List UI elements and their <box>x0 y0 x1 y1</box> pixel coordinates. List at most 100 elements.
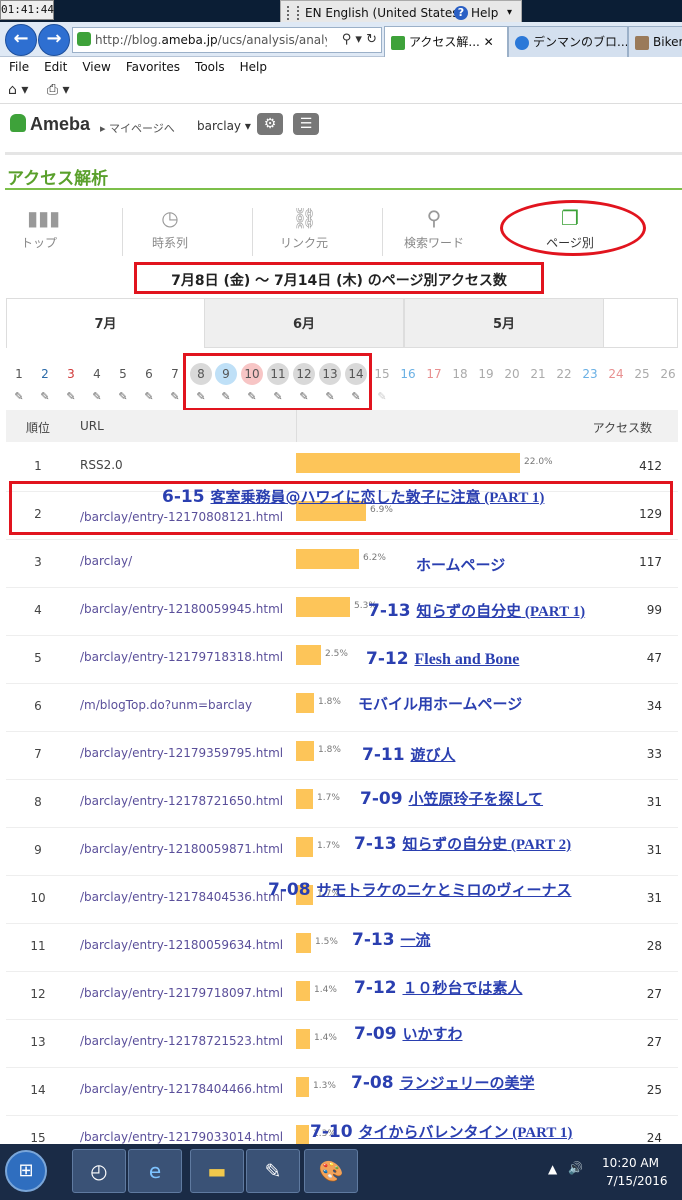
tab-access-analysis[interactable]: アクセス解... ✕ <box>384 26 508 57</box>
count-cell: 412 <box>639 459 662 473</box>
pencil-icon[interactable]: ✎ <box>375 391 389 402</box>
tab-denman-blog[interactable]: デンマンのブロ... <box>508 26 628 57</box>
start-button[interactable]: ⊞ <box>5 1150 47 1192</box>
header-url: URL <box>80 419 104 433</box>
grip-icon[interactable] <box>287 6 299 20</box>
highlight-ellipse <box>500 200 646 256</box>
tray-date[interactable]: 7/15/2016 <box>606 1174 668 1188</box>
url-link[interactable]: /barclay/entry-12180059871.html <box>80 842 283 856</box>
url-link[interactable]: /barclay/entry-12178404536.html <box>80 890 283 904</box>
day-26[interactable]: 26 <box>657 363 679 385</box>
taskbar-paint[interactable]: 🎨 <box>304 1149 358 1193</box>
day-1[interactable]: 1 <box>8 363 30 385</box>
home-icon[interactable]: ⌂ ▾ <box>8 82 28 98</box>
day-6[interactable]: 6 <box>138 363 160 385</box>
day-4[interactable]: 4 <box>86 363 108 385</box>
day-19[interactable]: 19 <box>475 363 497 385</box>
url-link[interactable]: /barclay/entry-12180059634.html <box>80 938 283 952</box>
menu-favorites[interactable]: Favorites <box>126 60 180 74</box>
menu-tools[interactable]: Tools <box>195 60 225 74</box>
volume-icon[interactable]: 🔊 <box>568 1161 583 1175</box>
settings-button[interactable]: ⚙ <box>257 113 283 135</box>
url-text[interactable]: http://blog.ameba.jp/ucs/analysis/analys… <box>95 28 327 52</box>
url-link[interactable]: /barclay/entry-12179718097.html <box>80 986 283 1000</box>
nav-timeline[interactable]: ◷ 時系列 <box>115 206 225 251</box>
menu-view[interactable]: View <box>82 60 110 74</box>
day-24[interactable]: 24 <box>605 363 627 385</box>
url-link[interactable]: /barclay/entry-12179033014.html <box>80 1130 283 1144</box>
day-23[interactable]: 23 <box>579 363 601 385</box>
ameba-logo[interactable]: Ameba <box>10 114 90 135</box>
help-icon[interactable]: ? <box>454 6 468 20</box>
url-link[interactable]: /barclay/entry-12180059945.html <box>80 602 283 616</box>
taskbar-explorer[interactable]: ▬ <box>190 1149 244 1193</box>
nav-referrer[interactable]: ⛓ リンク元 <box>249 206 359 251</box>
tab-biker[interactable]: Biker <box>628 26 682 57</box>
tab-may[interactable]: 5月 <box>404 298 604 348</box>
count-cell: 33 <box>646 747 662 761</box>
nav-search-words[interactable]: ⚲ 検索ワード <box>379 206 489 251</box>
menu-bar: File Edit View Favorites Tools Help <box>0 57 682 77</box>
annotation-10: 7-13 一流 <box>352 930 431 950</box>
taskbar-ie[interactable]: e <box>128 1149 182 1193</box>
share-percent: 1.7% <box>317 793 340 803</box>
day-20[interactable]: 20 <box>501 363 523 385</box>
rank-cell: 12 <box>30 987 46 1001</box>
tab-june[interactable]: 6月 <box>204 298 404 348</box>
url-link[interactable]: /barclay/entry-12179718318.html <box>80 650 283 664</box>
tray-up-arrow-icon[interactable]: ▲ <box>548 1162 557 1176</box>
day-15[interactable]: 15 <box>371 363 393 385</box>
day-16[interactable]: 16 <box>397 363 419 385</box>
user-menu[interactable]: barclay ▾ <box>197 119 251 133</box>
pencil-icon[interactable]: ✎ <box>168 391 182 402</box>
url-link[interactable]: /barclay/entry-12178721523.html <box>80 1034 283 1048</box>
share-percent: 2.5% <box>325 649 348 659</box>
day-2[interactable]: 2 <box>34 363 56 385</box>
pencil-icon[interactable]: ✎ <box>38 391 52 402</box>
pencil-icon[interactable]: ✎ <box>64 391 78 402</box>
menu-help[interactable]: Help <box>240 60 267 74</box>
day-22[interactable]: 22 <box>553 363 575 385</box>
tab-july[interactable]: 7月 <box>6 298 204 348</box>
url-link[interactable]: /m/blogTop.do?unm=barclay <box>80 698 252 712</box>
url-link[interactable]: /barclay/entry-12179359795.html <box>80 746 283 760</box>
header-divider <box>296 410 297 442</box>
back-button[interactable]: ← <box>5 24 37 56</box>
menu-file[interactable]: File <box>9 60 29 74</box>
count-cell: 117 <box>639 555 662 569</box>
print-icon[interactable]: ⎙ ▾ <box>47 82 70 98</box>
count-cell: 34 <box>646 699 662 713</box>
table-row: 5/barclay/entry-12179718318.html 2.5% 47 <box>6 635 678 684</box>
share-percent: 1.3% <box>313 1081 336 1091</box>
header-count: アクセス数 <box>592 421 652 435</box>
tray-time[interactable]: 10:20 AM <box>602 1156 659 1170</box>
taskbar-clock-app[interactable]: ◴ <box>72 1149 126 1193</box>
share-percent: 22.0% <box>524 457 553 467</box>
address-bar[interactable]: http://blog.ameba.jp/ucs/analysis/analys… <box>72 27 382 53</box>
day-3[interactable]: 3 <box>60 363 82 385</box>
search-refresh-icon[interactable]: ⚲ ▾ ↻ <box>342 28 377 52</box>
pencil-icon[interactable]: ✎ <box>12 391 26 402</box>
url-link[interactable]: /barclay/entry-12178404466.html <box>80 1082 283 1096</box>
count-cell: 47 <box>646 651 662 665</box>
share-bar <box>296 693 314 713</box>
day-17[interactable]: 17 <box>423 363 445 385</box>
nav-top[interactable]: ▮▮▮ トップ <box>0 206 94 251</box>
menu-edit[interactable]: Edit <box>44 60 67 74</box>
day-18[interactable]: 18 <box>449 363 471 385</box>
rank-cell: 14 <box>30 1083 46 1097</box>
share-bar <box>296 549 359 569</box>
day-21[interactable]: 21 <box>527 363 549 385</box>
mypage-link[interactable]: ▸ マイページへ <box>100 120 175 136</box>
day-25[interactable]: 25 <box>631 363 653 385</box>
url-link[interactable]: /barclay/ <box>80 554 132 568</box>
day-5[interactable]: 5 <box>112 363 134 385</box>
pencil-icon[interactable]: ✎ <box>142 391 156 402</box>
url-link[interactable]: /barclay/entry-12178721650.html <box>80 794 283 808</box>
pencil-icon[interactable]: ✎ <box>90 391 104 402</box>
menu-button[interactable]: ☰ <box>293 113 319 135</box>
pencil-icon[interactable]: ✎ <box>116 391 130 402</box>
forward-button[interactable]: → <box>38 24 70 56</box>
taskbar-notepad[interactable]: ✎ <box>246 1149 300 1193</box>
count-cell: 24 <box>646 1131 662 1145</box>
